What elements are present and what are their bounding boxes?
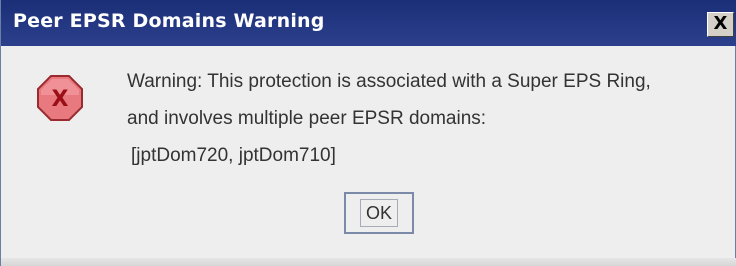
warning-dialog: Peer EPSR Domains Warning X X Warning: T…	[0, 0, 736, 266]
close-icon: X	[713, 12, 728, 34]
message-line-1: Warning: This protection is associated w…	[127, 71, 651, 92]
close-button[interactable]: X	[707, 12, 734, 37]
error-icon-glyph: X	[52, 87, 69, 112]
title-bar[interactable]: Peer EPSR Domains Warning X	[1, 0, 736, 46]
window-title: Peer EPSR Domains Warning	[13, 10, 325, 32]
dialog-bottom-edge	[1, 258, 736, 266]
message-line-3: [jptDom720, jptDom710]	[131, 145, 336, 166]
error-icon: X	[37, 75, 83, 121]
ok-button-label: OK	[359, 199, 398, 227]
message-line-2: and involves multiple peer EPSR domains:	[127, 108, 487, 129]
ok-button[interactable]: OK	[344, 192, 414, 234]
